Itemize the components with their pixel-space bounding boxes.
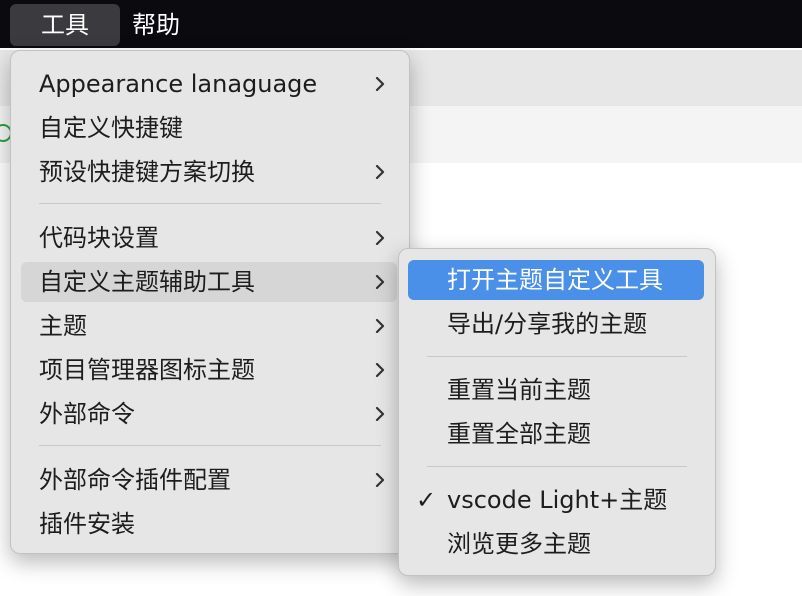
menu-item-label: 重置当前主题 [447, 376, 591, 404]
menu-item-theme[interactable]: 主题 [21, 306, 397, 346]
chevron-right-icon [373, 407, 387, 421]
chevron-right-icon [373, 363, 387, 377]
menu-item-external-commands[interactable]: 外部命令 [21, 394, 397, 434]
menu-item-label: 重置全部主题 [447, 420, 591, 448]
submenu-item-reset-current-theme[interactable]: 重置当前主题 [408, 370, 704, 410]
menu-separator [39, 445, 381, 446]
menu-item-project-icon-theme[interactable]: 项目管理器图标主题 [21, 350, 397, 390]
chevron-right-icon [373, 319, 387, 333]
menu-item-label: 外部命令 [39, 400, 135, 428]
chevron-right-icon [373, 473, 387, 487]
menu-item-plugin-install[interactable]: 插件安装 [21, 504, 397, 544]
tools-menu: Appearance lanaguage 自定义快捷键 预设快捷键方案切换 代码… [10, 50, 410, 554]
submenu-item-open-theme-customizer[interactable]: 打开主题自定义工具 [408, 260, 704, 300]
menu-item-label: vscode Light+主题 [447, 486, 668, 514]
submenu-item-export-share-theme[interactable]: 导出/分享我的主题 [408, 304, 704, 344]
chevron-right-icon [373, 77, 387, 91]
menu-separator [427, 466, 687, 467]
menu-item-shortcut-presets[interactable]: 预设快捷键方案切换 [21, 152, 397, 192]
menu-item-external-command-plugin-config[interactable]: 外部命令插件配置 [21, 460, 397, 500]
menu-item-label: 预设快捷键方案切换 [39, 158, 255, 186]
menu-item-theme-helper-tools[interactable]: 自定义主题辅助工具 [21, 262, 397, 302]
menu-item-label: 自定义快捷键 [39, 114, 183, 142]
chevron-right-icon [373, 275, 387, 289]
menu-item-label: 导出/分享我的主题 [447, 310, 648, 338]
menu-bar: 工具 帮助 [0, 0, 802, 48]
menu-item-label: 项目管理器图标主题 [39, 356, 255, 384]
menu-item-label: 代码块设置 [39, 224, 159, 252]
menu-item-appearance-language[interactable]: Appearance lanaguage [21, 64, 397, 104]
menu-item-label: 浏览更多主题 [447, 530, 591, 558]
menu-item-label: 主题 [39, 312, 87, 340]
menubar-tools[interactable]: 工具 [10, 4, 120, 46]
menu-item-label: Appearance lanaguage [39, 70, 318, 98]
chevron-right-icon [373, 165, 387, 179]
chevron-right-icon [373, 231, 387, 245]
checkmark-icon: ✓ [416, 486, 437, 514]
submenu-item-reset-all-themes[interactable]: 重置全部主题 [408, 414, 704, 454]
menu-item-code-block-settings[interactable]: 代码块设置 [21, 218, 397, 258]
submenu-item-browse-more-themes[interactable]: 浏览更多主题 [408, 524, 704, 564]
submenu-item-vscode-light-plus-theme[interactable]: ✓ vscode Light+主题 [408, 480, 704, 520]
theme-tools-submenu: 打开主题自定义工具 导出/分享我的主题 重置当前主题 重置全部主题 ✓ vsco… [398, 248, 716, 576]
menu-separator [427, 356, 687, 357]
menu-item-custom-shortcuts[interactable]: 自定义快捷键 [21, 108, 397, 148]
menu-item-label: 自定义主题辅助工具 [39, 268, 255, 296]
menu-item-label: 插件安装 [39, 510, 135, 538]
menu-separator [39, 203, 381, 204]
menu-item-label: 外部命令插件配置 [39, 466, 231, 494]
menubar-help[interactable]: 帮助 [132, 4, 180, 46]
menu-item-label: 打开主题自定义工具 [447, 266, 663, 294]
